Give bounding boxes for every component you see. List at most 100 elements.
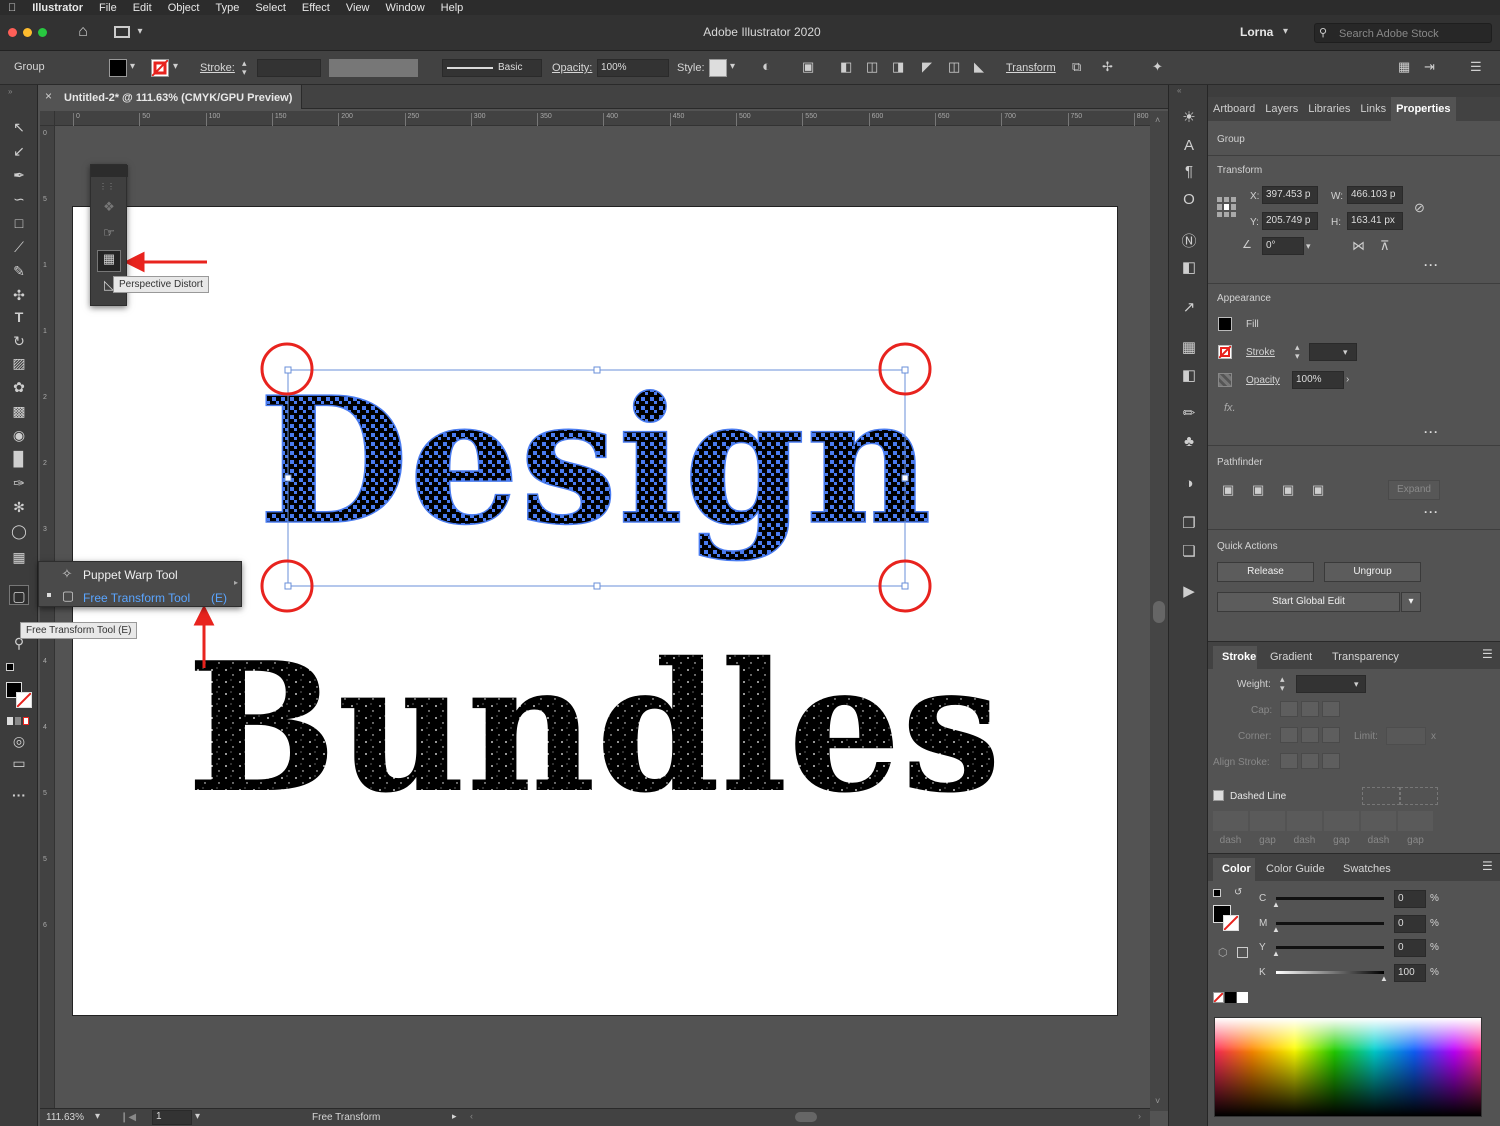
global-edit-options-button[interactable]: ▾ (1401, 592, 1421, 612)
stroke-link[interactable]: Stroke (1246, 347, 1275, 358)
channel-slider-thumb[interactable]: ▲ (1272, 900, 1280, 909)
stroke-weight-field[interactable] (1309, 343, 1357, 361)
arrange-icon[interactable]: ✦ (1152, 59, 1163, 75)
intersect-icon[interactable]: ▣ (1282, 482, 1294, 498)
artboard-tool-icon[interactable]: ▦ (9, 547, 29, 567)
flip-vertical-icon[interactable]: ⊼ (1380, 238, 1390, 254)
ruler-origin[interactable] (40, 111, 55, 126)
default-colors-icon[interactable] (1213, 889, 1221, 897)
tab-artboards[interactable]: Artboard (1208, 103, 1260, 121)
panel-menu-icon[interactable]: ☰ (1482, 647, 1493, 661)
tab-links[interactable]: Links (1355, 103, 1391, 121)
free-transform-tool-icon[interactable]: ▢ (9, 585, 29, 605)
menu-effect[interactable]: Effect (294, 2, 338, 14)
tab-transparency[interactable]: Transparency (1332, 651, 1399, 663)
workspace-switcher-icon[interactable] (114, 26, 130, 38)
channel-value-m[interactable]: 0 (1394, 914, 1426, 933)
bundles-text[interactable]: Bundles (187, 623, 1002, 832)
tab-color-guide[interactable]: Color Guide (1266, 863, 1325, 875)
limit-field[interactable] (1386, 727, 1426, 745)
menu-help[interactable]: Help (433, 2, 472, 14)
menu-window[interactable]: Window (378, 2, 433, 14)
close-window-button[interactable] (8, 28, 17, 37)
white-color-swatch[interactable] (1237, 992, 1248, 1003)
fill-swatch[interactable] (109, 59, 127, 77)
swap-colors-icon[interactable]: ↺ (1234, 887, 1242, 898)
flyout-header[interactable] (91, 165, 128, 177)
collapse-handle-icon[interactable]: » (8, 87, 12, 96)
default-colors-icon[interactable] (6, 663, 14, 671)
start-global-edit-button[interactable]: Start Global Edit (1217, 592, 1400, 612)
stroke-swatch[interactable] (151, 59, 169, 77)
opacity-label[interactable]: Opacity: (552, 62, 592, 74)
corner-buttons[interactable] (1280, 727, 1340, 743)
variable-width-profile[interactable] (329, 59, 418, 77)
chevron-down-icon[interactable]: ▾ (130, 59, 135, 75)
h-field[interactable]: 163.41 px (1347, 212, 1403, 230)
scroll-up-icon[interactable]: ˄ (1155, 115, 1160, 125)
menu-select[interactable]: Select (247, 2, 294, 14)
glyphs-panel-icon[interactable]: Ⓝ (1178, 231, 1200, 253)
align-top-icon[interactable]: ◤ (922, 59, 932, 75)
home-icon[interactable]: ⌂ (74, 24, 92, 40)
w-field[interactable]: 466.103 p (1347, 186, 1403, 204)
tab-color[interactable]: Color (1222, 863, 1251, 875)
ungroup-button[interactable]: Ungroup (1324, 562, 1421, 582)
canvas[interactable]: Design Bundles ⋮⋮ ❖ ☞ ▦ ◺ Perspective Di… (55, 126, 1150, 1108)
shape-builder-tool-icon[interactable]: ◉ (9, 425, 29, 445)
align-left-icon[interactable]: ◧ (840, 59, 852, 75)
first-artboard-icon[interactable]: ❙◀ (120, 1112, 136, 1123)
stroke-color-icon[interactable] (16, 692, 32, 708)
rectangle-tool-icon[interactable]: □ (9, 213, 29, 233)
artboard-number[interactable]: 1 (152, 1110, 192, 1125)
free-transform-item[interactable]: Free Transform Tool (83, 591, 190, 605)
flyout-tearoff-icon[interactable]: ▸ (234, 578, 238, 587)
constrain-proportions-icon[interactable]: ⊘ (1414, 200, 1425, 216)
fill-color-swatch[interactable] (1218, 317, 1232, 331)
align-panel-icon[interactable]: ◧ (1178, 365, 1200, 387)
perspective-distort-icon[interactable]: ▦ (97, 250, 121, 272)
isolate-icon[interactable]: ✢ (1102, 59, 1113, 75)
chevron-down-icon[interactable]: ▾ (134, 24, 146, 40)
panel-menu-icon[interactable]: ☰ (1470, 59, 1482, 75)
horizontal-ruler[interactable]: 0 50 100 150 200 250 300 350 400 450 500 550 600 650 7… (55, 111, 1150, 126)
gradient-tool-icon[interactable]: ▩ (9, 401, 29, 421)
menu-edit[interactable]: Edit (125, 2, 160, 14)
graph-tool-icon[interactable]: ▉ (9, 449, 29, 469)
scroll-right-icon[interactable]: › (1138, 1111, 1141, 1121)
dash-preserve-icon[interactable] (1400, 787, 1438, 805)
user-name[interactable]: Lorna (1240, 25, 1273, 39)
chevron-down-icon[interactable]: ▾ (173, 59, 178, 75)
symbols-panel-icon[interactable]: ♣ (1178, 431, 1200, 453)
eraser-tool-icon[interactable]: ▨ (9, 353, 29, 373)
release-button[interactable]: Release (1217, 562, 1314, 582)
stroke-color-proxy[interactable] (1223, 915, 1239, 931)
channel-value-k[interactable]: 100 (1394, 963, 1426, 982)
chevron-down-icon[interactable]: ▾ (195, 1109, 200, 1125)
constrain-icon[interactable]: ❖ (99, 199, 119, 215)
recolor-artwork-icon[interactable]: ◐ (762, 59, 771, 75)
close-icon[interactable]: × (45, 88, 52, 104)
menu-app[interactable]: Illustrator (24, 2, 91, 14)
chevron-down-icon[interactable]: ▾ (730, 59, 735, 75)
color-mode-icons[interactable] (7, 717, 31, 725)
more-tools-icon[interactable]: ··· (9, 785, 29, 805)
status-menu-icon[interactable]: ▸ (452, 1111, 457, 1122)
chevron-down-icon[interactable]: ▾ (95, 1109, 100, 1125)
free-transform-icon[interactable]: ☞ (99, 225, 119, 241)
channel-slider-k[interactable] (1276, 970, 1384, 974)
libraries-panel-icon[interactable]: ◧ (1178, 257, 1200, 279)
tab-properties[interactable]: Properties (1391, 97, 1456, 121)
vertical-ruler[interactable]: 0511223344556 (40, 126, 55, 1111)
none-color-swatch[interactable] (1213, 992, 1224, 1003)
stepper-icon[interactable]: ▴ ▾ (1295, 343, 1300, 361)
x-field[interactable]: 397.453 p (1262, 186, 1318, 204)
line-tool-icon[interactable]: ⟋ (9, 237, 29, 257)
opacity-field[interactable]: 100% (1292, 371, 1344, 389)
panel-grip[interactable] (1208, 85, 1500, 97)
zoom-window-button[interactable] (38, 28, 47, 37)
out-of-gamut-icon[interactable]: ⬡ (1218, 946, 1228, 959)
tab-swatches[interactable]: Swatches (1343, 863, 1391, 875)
chevron-down-icon[interactable]: ▾ (1306, 238, 1311, 254)
menu-view[interactable]: View (338, 2, 378, 14)
